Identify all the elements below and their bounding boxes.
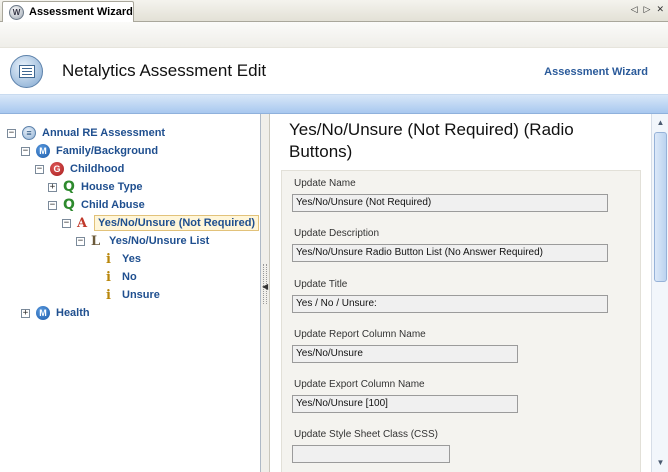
tree-node-list[interactable]: − L Yes/No/Unsure List (76, 233, 209, 249)
page-title: Netalytics Assessment Edit (62, 61, 267, 80)
tree-node-label-selected: Yes/No/Unsure (Not Required) (94, 215, 260, 231)
tab-next-icon[interactable]: ▷ (644, 4, 651, 15)
export-column-label: Update Export Column Name (294, 379, 425, 390)
vertical-scrollbar[interactable]: ▲ ▼ (651, 114, 668, 472)
item-icon: i (106, 287, 111, 303)
tab-prev-icon[interactable]: ◁ (631, 4, 638, 15)
scroll-down-icon[interactable]: ▼ (653, 455, 668, 470)
tree-node-item-yes[interactable]: i Yes (106, 251, 141, 267)
assessment-tree: − ≡ Annual RE Assessment − M Family/Back… (0, 114, 261, 472)
tree-node-label: Family/Background (56, 145, 159, 157)
pane-splitter[interactable]: ◀ (261, 114, 270, 472)
css-class-label: Update Style Sheet Class (CSS) (294, 429, 438, 440)
question-icon: Q (63, 179, 75, 195)
question-icon: Q (63, 197, 75, 213)
header-band (0, 94, 668, 114)
export-column-field[interactable]: Yes/No/Unsure [100] (292, 395, 518, 413)
name-field[interactable]: Yes/No/Unsure (Not Required) (292, 194, 608, 212)
edit-form: Update Name Yes/No/Unsure (Not Required)… (281, 170, 641, 472)
assessment-wizard-link[interactable]: Assessment Wizard (544, 66, 648, 78)
tab-label: Assessment Wizard (29, 6, 133, 18)
tab-assessment-wizard[interactable]: W Assessment Wizard (2, 1, 134, 22)
expand-icon[interactable]: + (21, 308, 30, 318)
answer-title: Yes/No/Unsure (Not Required) (Radio Butt… (289, 120, 574, 161)
collapse-icon[interactable]: − (21, 146, 30, 156)
tree-node-label: House Type (81, 181, 143, 193)
tree-node-label: Yes/No/Unsure List (109, 235, 210, 247)
tree-node-label: Yes (122, 253, 141, 265)
description-field[interactable]: Yes/No/Unsure Radio Button List (No Answ… (292, 244, 608, 262)
tree-node-label: Child Abuse (81, 199, 145, 211)
edit-pane: Yes/No/Unsure (Not Required) (Radio Butt… (271, 114, 651, 472)
form-icon (10, 55, 43, 88)
collapse-icon[interactable]: − (76, 236, 85, 246)
tab-nav: ◁ ▷ ✕ (631, 4, 664, 15)
wizard-icon: W (9, 4, 24, 20)
module-icon: M (36, 144, 50, 158)
tree-node-childhood[interactable]: − G Childhood (35, 161, 124, 177)
tree-node-label: Childhood (70, 163, 125, 175)
collapse-icon[interactable]: − (7, 128, 16, 138)
tree-node-label: No (122, 271, 137, 283)
collapse-icon[interactable]: − (62, 218, 71, 228)
item-icon: i (106, 269, 111, 285)
tree-node-child-abuse[interactable]: − Q Child Abuse (48, 197, 145, 213)
module-icon: M (36, 306, 50, 320)
tree-node-health[interactable]: + M Health (21, 305, 90, 321)
collapse-arrow-icon[interactable]: ◀ (262, 282, 268, 291)
name-label: Update Name (294, 178, 356, 189)
tree-node-house-type[interactable]: + Q House Type (48, 179, 143, 195)
collapse-icon[interactable]: − (35, 164, 44, 174)
tree-node-label: Health (56, 307, 90, 319)
report-column-label: Update Report Column Name (294, 329, 426, 340)
tree-node-family[interactable]: − M Family/Background (21, 143, 158, 159)
tree-node-answer[interactable]: − A Yes/No/Unsure (Not Required) (62, 215, 260, 231)
group-icon: G (50, 162, 64, 176)
collapse-icon[interactable]: − (48, 200, 57, 210)
description-label: Update Description (294, 228, 380, 239)
tree-node-label: Annual RE Assessment (42, 127, 166, 139)
tab-strip: W Assessment Wizard ◁ ▷ ✕ (0, 0, 668, 22)
tree-node-root[interactable]: − ≡ Annual RE Assessment (7, 125, 165, 141)
report-column-field[interactable]: Yes/No/Unsure (292, 345, 518, 363)
expand-icon[interactable]: + (48, 182, 57, 192)
scroll-thumb[interactable] (654, 132, 667, 282)
list-icon: L (91, 233, 101, 249)
item-icon: i (106, 251, 111, 267)
tree-node-item-no[interactable]: i No (106, 269, 137, 285)
css-class-field[interactable] (292, 445, 450, 463)
title-field[interactable]: Yes / No / Unsure: (292, 295, 608, 313)
scroll-up-icon[interactable]: ▲ (653, 115, 668, 130)
tab-close-icon[interactable]: ✕ (656, 4, 664, 15)
tree-node-item-unsure[interactable]: i Unsure (106, 287, 160, 303)
answer-icon: A (77, 215, 88, 231)
assessment-icon: ≡ (22, 126, 36, 140)
toolbar-band (0, 22, 668, 48)
title-label: Update Title (294, 279, 348, 290)
tree-node-label: Unsure (122, 289, 160, 301)
page-header: Netalytics Assessment Edit Assessment Wi… (0, 48, 668, 94)
